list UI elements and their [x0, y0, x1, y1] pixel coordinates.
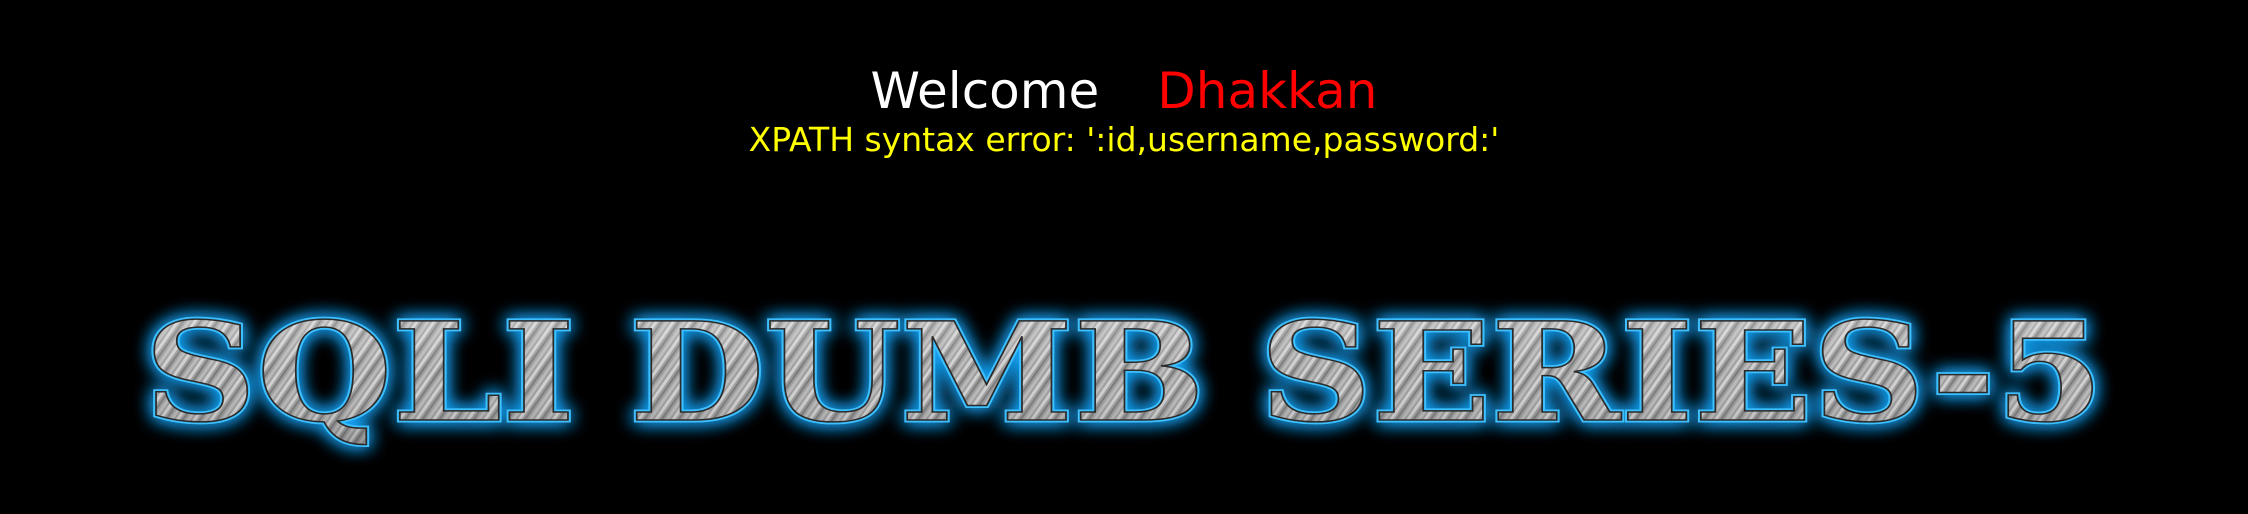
login-message: Welcome Dhakkan XPATH syntax error: ':id,… — [0, 58, 2248, 162]
banner-title-sheen: SQLI DUMB SERIES-5 — [144, 293, 2104, 453]
welcome-username: Dhakkan — [1157, 62, 1378, 120]
welcome-greeting: Welcome — [870, 62, 1100, 120]
xpath-error-message: XPATH syntax error: ':id,username,passwo… — [748, 120, 1500, 159]
series-banner-graphic: SQLI DUMB SERIES-5 SQLI DUMB SERIES-5 — [142, 291, 2107, 456]
welcome-line: Welcome Dhakkan — [0, 58, 2248, 124]
series-banner: SQLI DUMB SERIES-5 SQLI DUMB SERIES-5 — [0, 280, 2248, 480]
